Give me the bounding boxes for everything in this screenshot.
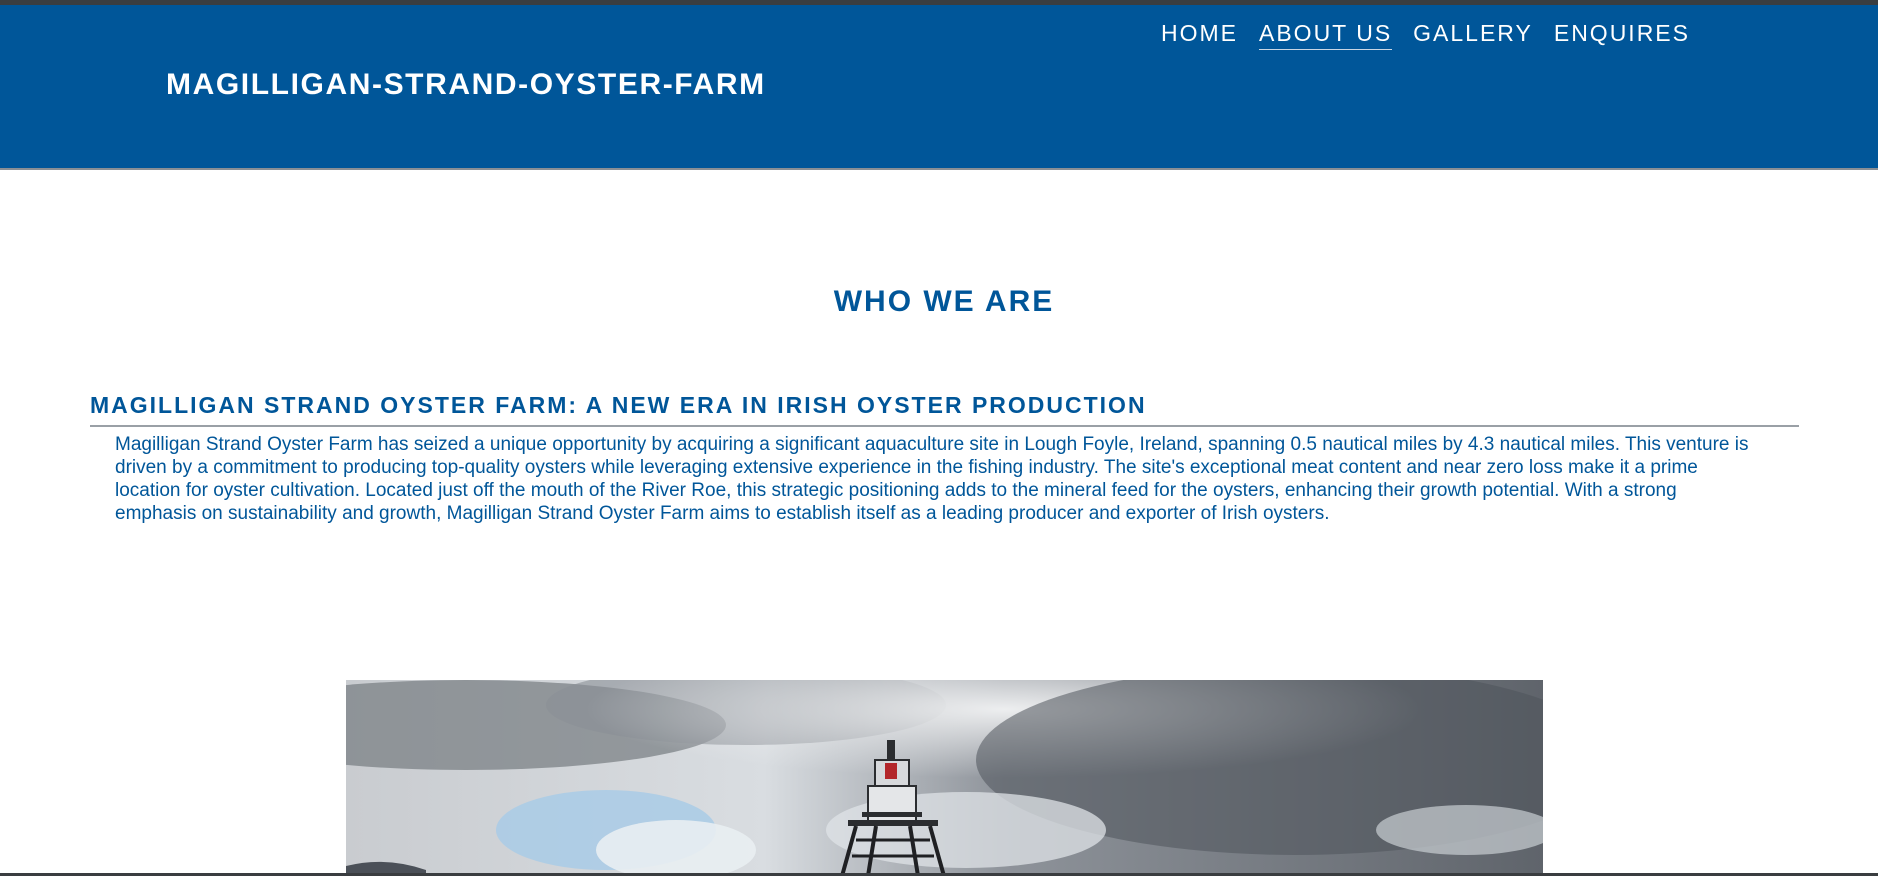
subheading-divider bbox=[90, 425, 1799, 427]
section-title: WHO WE ARE bbox=[833, 285, 1055, 318]
site-title[interactable]: MAGILLIGAN-STRAND-OYSTER-FARM bbox=[166, 68, 766, 102]
lighthouse-photo bbox=[346, 680, 1543, 876]
main-nav: HOME ABOUT US GALLERY ENQUIRES bbox=[1161, 20, 1690, 50]
nav-about-us[interactable]: ABOUT US bbox=[1259, 20, 1393, 50]
article-paragraph: Magilligan Strand Oyster Farm has seized… bbox=[115, 434, 1749, 524]
nav-enquires[interactable]: ENQUIRES bbox=[1554, 20, 1690, 50]
site-header: MAGILLIGAN-STRAND-OYSTER-FARM HOME ABOUT… bbox=[0, 5, 1878, 170]
nav-gallery[interactable]: GALLERY bbox=[1413, 20, 1533, 50]
article-subheading: MAGILLIGAN STRAND OYSTER FARM: A NEW ERA… bbox=[90, 392, 1147, 418]
nav-home[interactable]: HOME bbox=[1161, 20, 1238, 50]
